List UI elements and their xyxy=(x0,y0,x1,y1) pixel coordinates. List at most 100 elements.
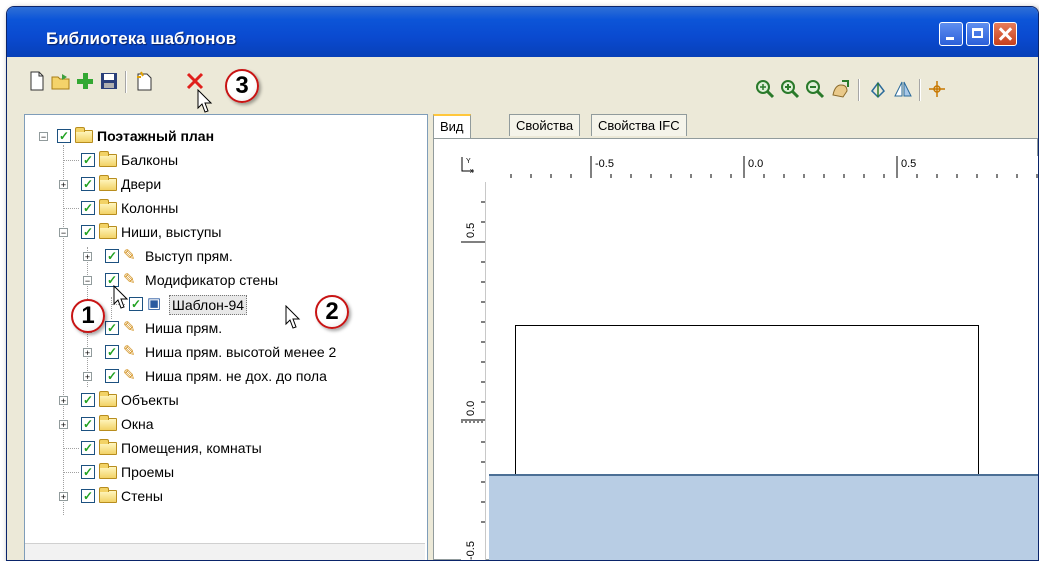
folder-icon xyxy=(99,391,117,407)
checkbox-niche-rect-floor[interactable]: ✓ xyxy=(105,369,119,383)
add-plus-icon[interactable] xyxy=(75,71,95,91)
tree-row-wall-modifier[interactable]: − ✓ ✎ Модификатор стены xyxy=(25,269,425,291)
checkbox-root[interactable]: ✓ xyxy=(57,129,71,143)
template-tool-icon: ✎ xyxy=(123,247,136,264)
folder-icon xyxy=(99,199,117,215)
checkbox-ledge[interactable]: ✓ xyxy=(105,249,119,263)
niche-outline xyxy=(515,325,979,476)
tab-properties[interactable]: Свойства xyxy=(509,114,581,136)
folder-icon xyxy=(99,439,117,455)
close-x-icon[interactable] xyxy=(185,71,205,91)
expand-icon[interactable]: + xyxy=(59,396,68,406)
rotate-icon[interactable] xyxy=(868,79,888,99)
checkbox-openings[interactable]: ✓ xyxy=(81,465,95,479)
ruler-left-label: 0.0 xyxy=(465,400,477,416)
collapse-icon[interactable]: − xyxy=(39,132,48,142)
save-icon[interactable] xyxy=(99,71,119,91)
tree-row-niche-rect-floor[interactable]: + ✓ ✎ Ниша прям. не дох. до пола xyxy=(25,365,425,387)
tree-label-niches: Ниши, выступы xyxy=(121,224,222,240)
expand-icon[interactable]: + xyxy=(83,252,92,262)
mouse-cursor-icon xyxy=(113,285,129,309)
tree-row-root[interactable]: − ✓ Поэтажный план xyxy=(25,125,425,147)
tree-label-wall-modifier: Модификатор стены xyxy=(145,272,279,288)
maximize-button[interactable] xyxy=(966,22,990,46)
ruler-vertical: 0.5 0.0 -0.5 xyxy=(461,182,486,560)
zoom-extents-icon[interactable] xyxy=(755,79,775,99)
collapse-icon[interactable]: − xyxy=(59,228,68,238)
tree-label-template94: Шаблон-94 xyxy=(169,295,248,315)
tab-view-label: Вид xyxy=(440,119,464,134)
expand-icon[interactable]: + xyxy=(59,492,68,502)
ruler-horizontal: -0.5 0.0 0.5 xyxy=(491,156,1038,179)
svg-text:Y: Y xyxy=(466,158,471,165)
close-window-button[interactable] xyxy=(993,22,1017,46)
tree-row-doors[interactable]: + ✓ Двери xyxy=(25,173,425,195)
ruler-top-label: 0.5 xyxy=(901,158,917,170)
tab-view[interactable]: Вид xyxy=(433,114,471,139)
folder-icon xyxy=(75,127,93,143)
pan-icon[interactable] xyxy=(830,79,850,99)
ruler-top-label: -0.5 xyxy=(595,158,614,170)
mirror-icon[interactable] xyxy=(893,79,913,99)
template-library-window: Библиотека шаблонов 3 − ✓ Поэтажный план… xyxy=(6,6,1039,561)
checkbox-columns[interactable]: ✓ xyxy=(81,201,95,215)
tree-row-walls[interactable]: + ✓ Стены xyxy=(25,485,425,507)
tree-row-windows[interactable]: + ✓ Окна xyxy=(25,413,425,435)
checkbox-niches[interactable]: ✓ xyxy=(81,225,95,239)
template-preview-canvas[interactable] xyxy=(489,178,1038,560)
tree-label-balconies: Балконы xyxy=(121,152,179,168)
tree-row-columns[interactable]: ✓ Колонны xyxy=(25,197,425,219)
folder-icon xyxy=(99,175,117,191)
tree-row-openings[interactable]: ✓ Проемы xyxy=(25,461,425,483)
zoom-out-icon[interactable] xyxy=(805,79,825,99)
tree-row-rooms[interactable]: ✓ Помещения, комнаты xyxy=(25,437,425,459)
expand-icon[interactable]: + xyxy=(59,180,68,190)
callout-3: 3 xyxy=(225,69,259,103)
checkbox-niche-rect[interactable]: ✓ xyxy=(105,321,119,335)
template-file-icon: ▣ xyxy=(147,295,162,312)
checkbox-template94[interactable]: ✓ xyxy=(129,297,143,311)
collapse-icon[interactable]: − xyxy=(83,276,92,286)
expand-icon[interactable]: + xyxy=(83,348,92,358)
checkbox-walls[interactable]: ✓ xyxy=(81,489,95,503)
wall-fill xyxy=(489,474,1038,560)
open-folder-icon[interactable] xyxy=(51,71,71,91)
tree-label-niche-rect-low: Ниша прям. высотой менее 2 xyxy=(145,344,337,360)
tree-row-balconies[interactable]: ✓ Балконы xyxy=(25,149,425,171)
snap-point-icon[interactable] xyxy=(927,79,947,99)
tree-horizontal-scrollbar[interactable] xyxy=(25,543,425,560)
checkbox-windows[interactable]: ✓ xyxy=(81,417,95,431)
template-tree[interactable]: − ✓ Поэтажный план ✓ Балконы + ✓ Двери ✓… xyxy=(24,114,428,560)
ruler-top-label: 0.0 xyxy=(748,158,764,170)
expand-icon[interactable]: + xyxy=(83,372,92,382)
tree-row-niche-rect-low[interactable]: + ✓ ✎ Ниша прям. высотой менее 2 xyxy=(25,341,425,363)
template-tool-icon: ✎ xyxy=(123,367,136,384)
checkbox-objects[interactable]: ✓ xyxy=(81,393,95,407)
tree-label-openings: Проемы xyxy=(121,464,175,480)
tree-label-columns: Колонны xyxy=(121,200,179,216)
folder-icon xyxy=(99,223,117,239)
zoom-in-icon[interactable] xyxy=(780,79,800,99)
tree-row-objects[interactable]: + ✓ Объекты xyxy=(25,389,425,411)
toolbar xyxy=(7,57,1038,113)
tree-label-walls: Стены xyxy=(121,488,163,504)
checkbox-balconies[interactable]: ✓ xyxy=(81,153,95,167)
folder-icon xyxy=(99,463,117,479)
checkbox-doors[interactable]: ✓ xyxy=(81,177,95,191)
checkbox-rooms[interactable]: ✓ xyxy=(81,441,95,455)
template-tool-icon: ✎ xyxy=(123,319,136,336)
tree-label-root: Поэтажный план xyxy=(97,128,215,144)
minimize-button[interactable] xyxy=(939,22,963,46)
callout-2: 2 xyxy=(315,295,349,329)
template-tool-icon: ✎ xyxy=(123,343,136,360)
new-document-icon[interactable] xyxy=(27,71,47,91)
new-template-icon[interactable] xyxy=(135,71,155,91)
expand-icon[interactable]: + xyxy=(59,420,68,430)
tree-row-niches[interactable]: − ✓ Ниши, выступы xyxy=(25,221,425,243)
folder-icon xyxy=(99,151,117,167)
title-bar[interactable]: Библиотека шаблонов xyxy=(7,7,1038,57)
tab-properties-ifc[interactable]: Свойства IFC xyxy=(591,114,687,136)
tree-row-ledge[interactable]: + ✓ ✎ Выступ прям. xyxy=(25,245,425,267)
checkbox-niche-rect-low[interactable]: ✓ xyxy=(105,345,119,359)
tab-properties-ifc-label: Свойства IFC xyxy=(598,118,680,133)
